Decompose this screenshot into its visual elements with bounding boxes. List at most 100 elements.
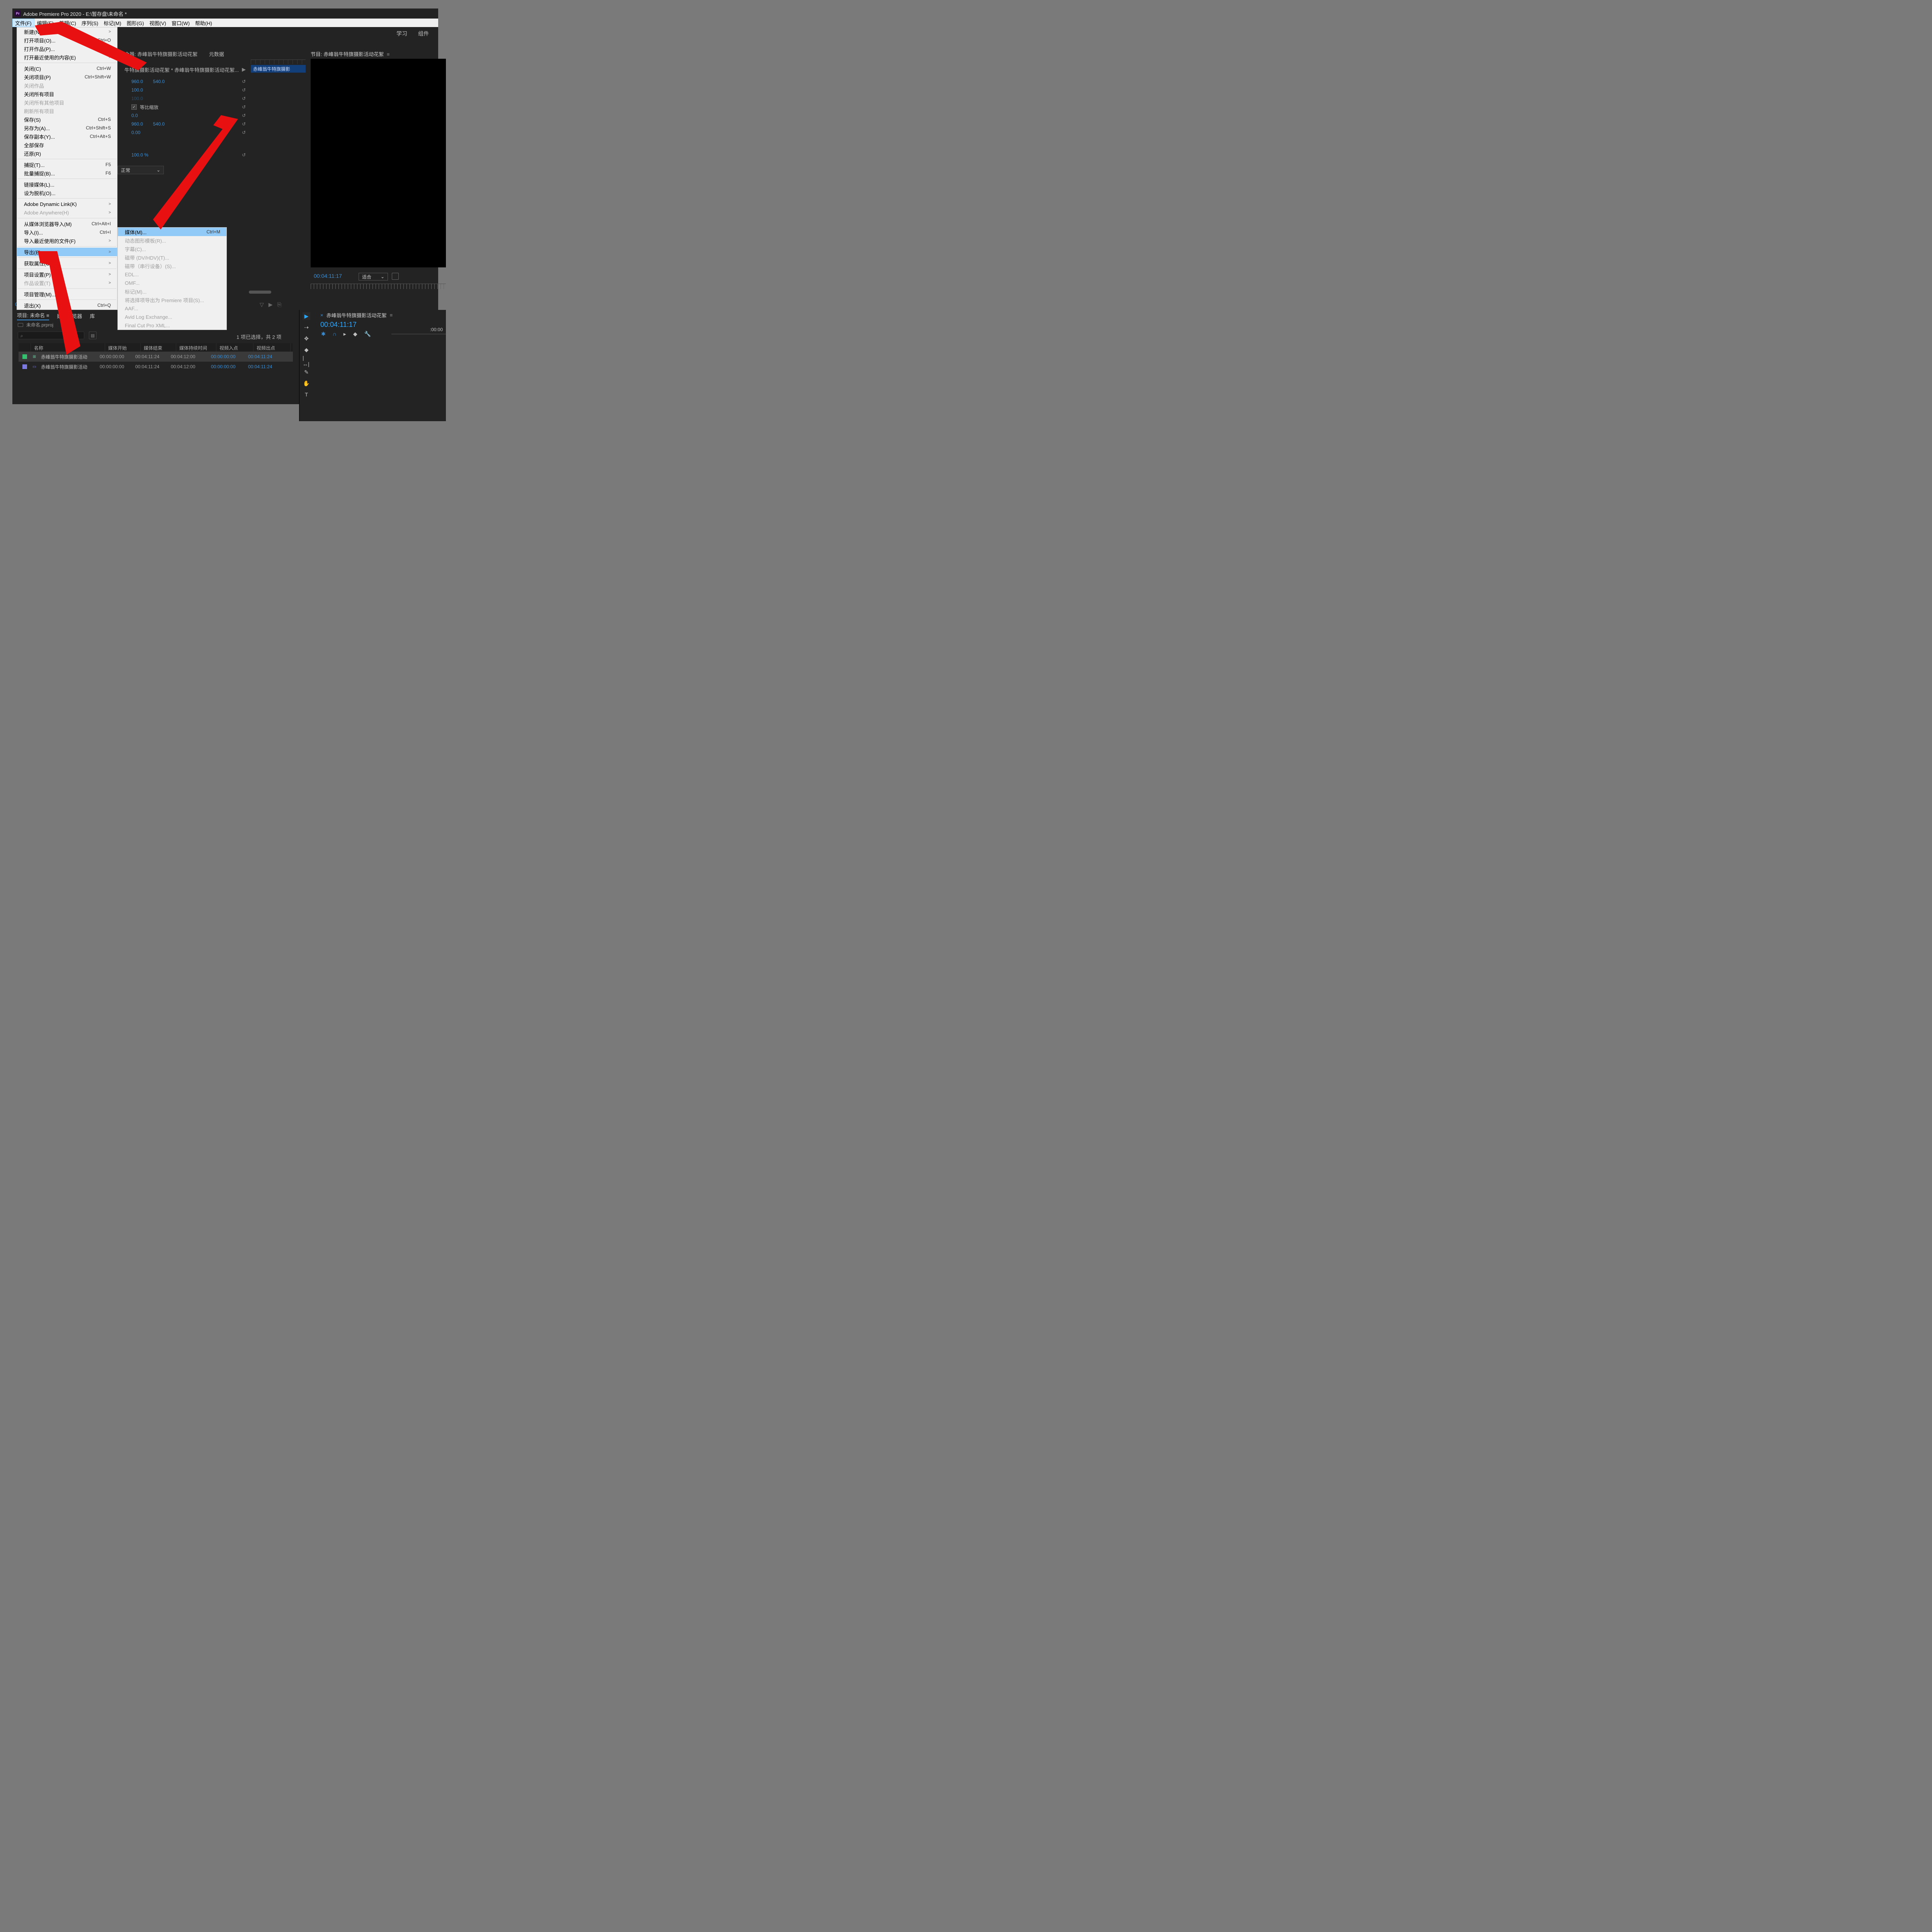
tool-button[interactable]: ✎ bbox=[303, 368, 310, 376]
tool-button[interactable]: ◆ bbox=[303, 346, 310, 354]
export-menu-item: AAF... bbox=[118, 304, 226, 313]
col-media-start[interactable]: 媒体开始 bbox=[105, 343, 141, 352]
file-menu-item[interactable]: 设为脱机(O)... bbox=[17, 189, 117, 197]
tab-assembly[interactable]: 组件 bbox=[418, 30, 429, 37]
col-video-out[interactable]: 视频出点 bbox=[253, 343, 291, 352]
effect-track-strip[interactable]: 赤峰翁牛特旗摄影 bbox=[251, 65, 306, 73]
timeline-tab[interactable]: × 赤峰翁牛特旗摄影活动花絮 ≡ bbox=[320, 311, 393, 319]
file-menu-item[interactable]: 关闭所有项目 bbox=[17, 90, 117, 98]
program-ruler[interactable] bbox=[311, 284, 446, 289]
clip-icon: ▭ bbox=[31, 364, 38, 369]
col-media-end[interactable]: 媒体结束 bbox=[141, 343, 176, 352]
program-zoom-select[interactable]: 适合 ⌄ bbox=[359, 273, 388, 281]
mini-scrollbar[interactable] bbox=[249, 291, 271, 294]
annotation-arrow-2 bbox=[153, 115, 238, 235]
program-monitor-viewport[interactable] bbox=[311, 59, 446, 267]
sequence-icon: ⊞ bbox=[31, 354, 38, 359]
play-small-icon[interactable]: ▶ bbox=[269, 301, 273, 308]
col-video-in[interactable]: 视频入点 bbox=[216, 343, 253, 352]
timeline-timecode[interactable]: 00:04:11:17 bbox=[320, 321, 357, 329]
file-menu-item[interactable]: 捕捉(T)...F5 bbox=[17, 160, 117, 169]
tab-learn[interactable]: 学习 bbox=[396, 30, 407, 37]
tool-button[interactable]: T bbox=[303, 391, 310, 398]
project-selection-status: 1 项已选择，共 2 项 bbox=[236, 333, 281, 340]
file-menu-item[interactable]: 关闭项目(P)Ctrl+Shift+W bbox=[17, 73, 117, 81]
timeline-panel: ▶⇢✥◆|↔|✎✋T × 赤峰翁牛特旗摄影活动花絮 ≡ 00:04:11:17 … bbox=[299, 310, 446, 421]
file-menu-item[interactable]: 导入最近使用的文件(F)> bbox=[17, 236, 117, 245]
file-menu-item[interactable]: 批量捕捉(B)...F6 bbox=[17, 169, 117, 177]
effect-param-row[interactable]: 100.0↺ bbox=[117, 94, 248, 103]
program-zoom-value: 适合 bbox=[362, 274, 371, 280]
program-monitor-title: 节目: 赤峰翁牛特旗摄影活动花絮 ≡ bbox=[311, 50, 391, 58]
export-menu-item: 磁带 (DV/HDV)(T)... bbox=[118, 253, 226, 262]
tool-button[interactable]: |↔| bbox=[303, 357, 310, 365]
label-chip bbox=[22, 364, 27, 369]
export-icon[interactable]: ⎘ bbox=[277, 301, 282, 308]
export-menu-item: 字幕(C)... bbox=[118, 245, 226, 253]
reset-icon[interactable]: ↺ bbox=[242, 121, 246, 127]
col-media-dur[interactable]: 媒体持续时间 bbox=[176, 343, 216, 352]
export-menu-item: 将选择项导出为 Premiere 项目(S)... bbox=[118, 296, 226, 304]
file-menu-item[interactable]: 还原(R) bbox=[17, 149, 117, 158]
close-icon[interactable]: × bbox=[320, 312, 323, 318]
project-row[interactable]: ▭赤峰翁牛特旗摄影活动00:00:00:0000:04:11:2400:04:1… bbox=[19, 362, 293, 372]
file-menu-item: 刷新所有项目 bbox=[17, 107, 117, 115]
menu-v[interactable]: 视图(V) bbox=[147, 19, 169, 27]
tool-button[interactable]: ✋ bbox=[303, 379, 310, 387]
export-submenu[interactable]: 媒体(M)...Ctrl+M动态图形模板(R)...字幕(C)...磁带 (DV… bbox=[117, 227, 227, 330]
list-icon: ▤ bbox=[91, 333, 95, 338]
reset-icon[interactable]: ↺ bbox=[242, 87, 246, 93]
file-menu-item[interactable]: Adobe Dynamic Link(K)> bbox=[17, 200, 117, 208]
track-clip-name: 赤峰翁牛特旗摄影 bbox=[253, 66, 290, 72]
export-menu-item: OMF... bbox=[118, 279, 226, 287]
menu-burger-icon[interactable]: ≡ bbox=[390, 312, 393, 318]
file-menu-item[interactable]: 全部保存 bbox=[17, 141, 117, 149]
label-chip bbox=[22, 354, 27, 359]
checkbox-icon[interactable]: ✓ bbox=[131, 104, 137, 110]
program-title-text: 节目: 赤峰翁牛特旗摄影活动花絮 bbox=[311, 51, 384, 57]
annotation-arrow-3 bbox=[38, 251, 80, 355]
folder-icon bbox=[18, 323, 23, 327]
effect-param-row[interactable]: 100.0↺ bbox=[117, 86, 248, 94]
reset-icon[interactable]: ↺ bbox=[242, 152, 246, 158]
filter-icon[interactable]: ▽ bbox=[260, 301, 264, 308]
tool-button[interactable]: ✥ bbox=[303, 335, 310, 342]
titlebar: Pr Adobe Premiere Pro 2020 - E:\暂存盘\未命名 … bbox=[12, 9, 438, 19]
pr-logo-icon: Pr bbox=[15, 10, 21, 17]
program-menu-icon[interactable]: ≡ bbox=[387, 51, 390, 57]
play-icon[interactable]: ▶ bbox=[242, 66, 246, 73]
tool-button[interactable]: ▶ bbox=[303, 312, 310, 320]
reset-icon[interactable]: ↺ bbox=[242, 130, 246, 135]
project-list-view-button[interactable]: ▤ bbox=[89, 332, 97, 339]
reset-icon[interactable]: ↺ bbox=[242, 96, 246, 101]
export-menu-item: 标记(M)... bbox=[118, 287, 226, 296]
effect-param-row[interactable]: 960.0540.0↺ bbox=[117, 77, 248, 86]
linked-sel-icon[interactable]: ∩ bbox=[333, 331, 337, 337]
menu-w[interactable]: 窗口(W) bbox=[169, 19, 192, 27]
tab-metadata[interactable]: 元数据 bbox=[209, 51, 224, 57]
file-menu-item: Adobe Anywhere(H)> bbox=[17, 208, 117, 217]
file-menu-item[interactable]: 导入(I)...Ctrl+I bbox=[17, 228, 117, 236]
workspace-tabs[interactable]: 学习 组件 bbox=[396, 27, 438, 40]
file-menu-item[interactable]: 从媒体浏览器导入(M)Ctrl+Alt+I bbox=[17, 219, 117, 228]
settings-icon[interactable]: ◆ bbox=[353, 331, 357, 337]
snap-icon[interactable]: ✱ bbox=[321, 331, 326, 337]
file-menu-item[interactable]: 另存为(A)...Ctrl+Shift+S bbox=[17, 124, 117, 132]
wrench-icon[interactable]: 🔧 bbox=[364, 331, 371, 337]
blend-mode-value: 正常 bbox=[121, 167, 130, 173]
timeline-toggle-row: ✱ ∩ ▸ ◆ 🔧 bbox=[321, 331, 371, 337]
timeline-tools[interactable]: ▶ ⇢ ✥ ◆ |↔| ✎ ✋ T bbox=[301, 312, 312, 398]
tab-libraries[interactable]: 库 bbox=[90, 312, 95, 320]
file-menu-item[interactable]: 保存(S)Ctrl+S bbox=[17, 115, 117, 124]
effect-param-row[interactable]: ✓等比缩放↺ bbox=[117, 103, 248, 111]
reset-icon[interactable]: ↺ bbox=[242, 113, 246, 118]
markers-icon[interactable]: ▸ bbox=[344, 331, 346, 337]
file-menu-item[interactable]: 保存副本(Y)...Ctrl+Alt+S bbox=[17, 132, 117, 141]
reset-icon[interactable]: ↺ bbox=[242, 104, 246, 110]
program-fullres-button[interactable] bbox=[392, 273, 399, 280]
file-menu-item[interactable]: 链接媒体(L)... bbox=[17, 180, 117, 189]
program-timecode[interactable]: 00:04:11:17 bbox=[314, 273, 342, 279]
reset-icon[interactable]: ↺ bbox=[242, 79, 246, 84]
menu-h[interactable]: 帮助(H) bbox=[192, 19, 215, 27]
tool-button[interactable]: ⇢ bbox=[303, 323, 310, 331]
